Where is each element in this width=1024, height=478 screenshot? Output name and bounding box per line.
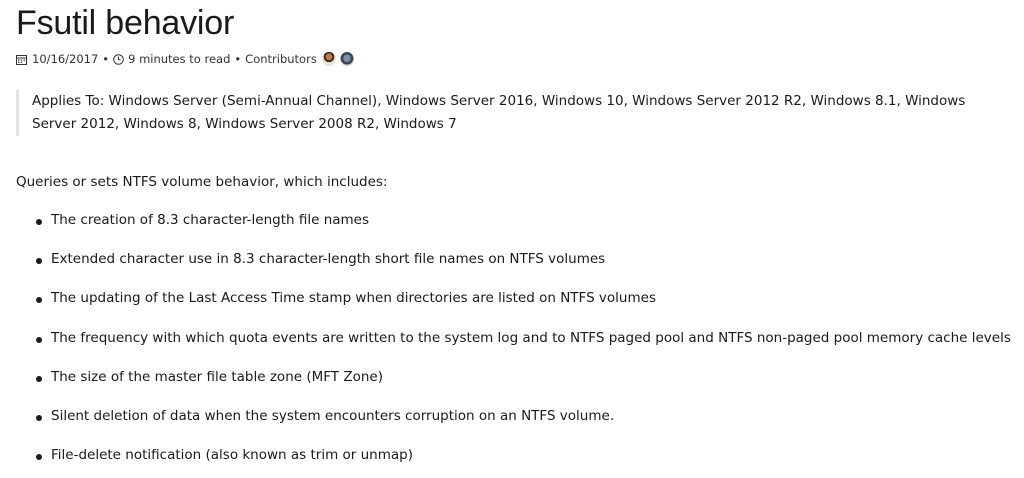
bullet-icon bbox=[36, 375, 42, 382]
meta-separator: • bbox=[234, 52, 242, 66]
applies-to-note: Applies To: Windows Server (Semi-Annual … bbox=[16, 90, 1002, 136]
list-item-text: The updating of the Last Access Time sta… bbox=[51, 290, 656, 307]
bullet-icon bbox=[36, 454, 42, 461]
list-item: The size of the master file table zone (… bbox=[36, 369, 1024, 408]
page-title: Fsutil behavior bbox=[16, 4, 235, 42]
bullet-icon bbox=[36, 219, 42, 225]
list-item: The updating of the Last Access Time sta… bbox=[36, 290, 1024, 329]
list-item: The frequency with which quota events ar… bbox=[36, 330, 1024, 369]
bullet-icon bbox=[36, 297, 42, 304]
contributors-link[interactable]: Contributors bbox=[245, 52, 317, 66]
bullet-icon bbox=[36, 258, 42, 265]
meta-separator: • bbox=[102, 52, 110, 66]
list-item-text: Extended character use in 8.3 character-… bbox=[51, 251, 606, 268]
article-metadata: 10/16/2017 • 9 minutes to read • Contrib… bbox=[16, 52, 354, 66]
list-item-text: The size of the master file table zone (… bbox=[51, 368, 383, 385]
bullet-icon bbox=[36, 414, 42, 421]
clock-icon bbox=[113, 53, 124, 65]
list-item-text: File-delete notification (also known as … bbox=[51, 447, 413, 464]
calendar-icon bbox=[16, 54, 27, 65]
intro-paragraph: Queries or sets NTFS volume behavior, wh… bbox=[16, 174, 388, 190]
list-item-text: Silent deletion of data when the system … bbox=[51, 407, 615, 424]
contributor-avatar[interactable] bbox=[321, 52, 336, 66]
list-item: Silent deletion of data when the system … bbox=[36, 408, 1024, 447]
list-item: Extended character use in 8.3 character-… bbox=[36, 251, 1024, 290]
list-item: The creation of 8.3 character-length fil… bbox=[36, 212, 1024, 251]
behavior-list: The creation of 8.3 character-length fil… bbox=[36, 212, 1024, 478]
bullet-icon bbox=[36, 336, 42, 343]
publish-date: 10/16/2017 bbox=[32, 52, 99, 66]
list-item-text: The creation of 8.3 character-length fil… bbox=[51, 212, 370, 228]
list-item-text: The frequency with which quota events ar… bbox=[51, 329, 1011, 346]
contributor-avatar[interactable] bbox=[339, 52, 354, 66]
list-item: File-delete notification (also known as … bbox=[36, 447, 1024, 478]
read-time: 9 minutes to read bbox=[128, 52, 231, 66]
